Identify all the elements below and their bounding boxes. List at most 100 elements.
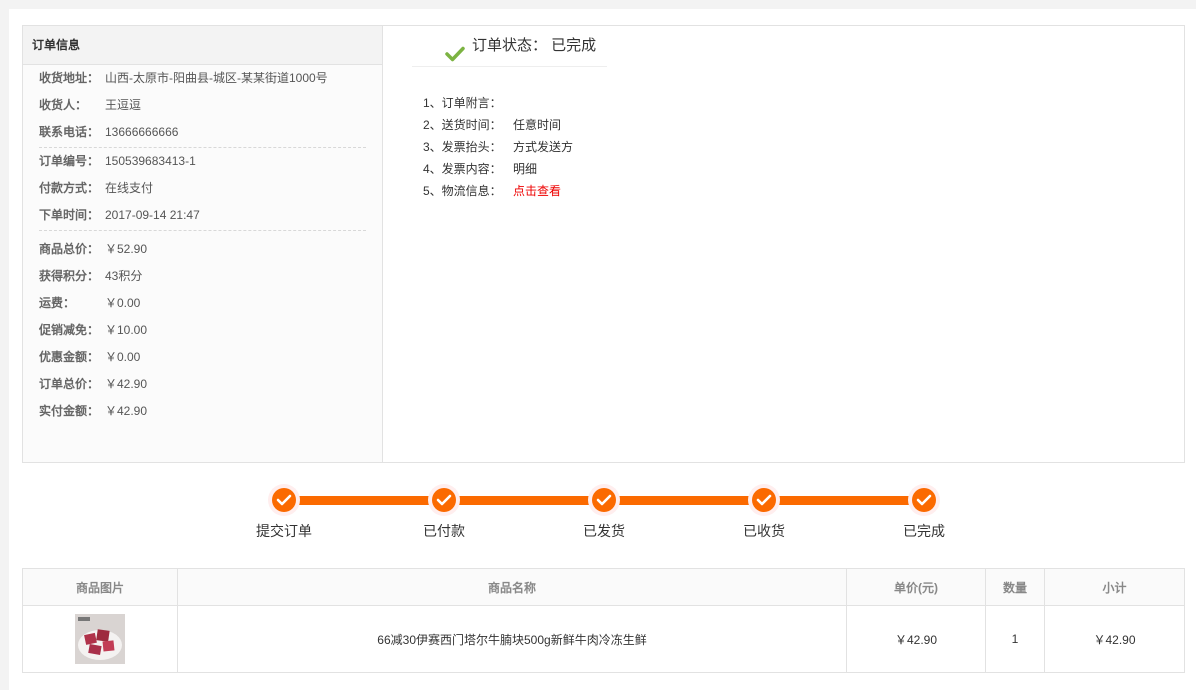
detail-key: 2、送货时间： (423, 118, 502, 132)
info-row: 优惠金额： ￥0.00 (39, 344, 366, 371)
step-label: 提交订单 (256, 523, 312, 539)
info-key: 运费： (39, 296, 76, 310)
info-key: 优惠金额： (39, 350, 100, 364)
product-name-cell: 66减30伊赛西门塔尔牛腩块500g新鲜牛肉冷冻生鲜 (177, 605, 847, 673)
info-row: 订单总价： ￥42.90 (39, 371, 366, 398)
order-detail-list: 1、订单附言： 2、送货时间： 任意时间 3、发票抬头： 方式发送方 4、发票内容：… (423, 92, 573, 202)
col-header-qty: 数量 (985, 568, 1045, 606)
progress-bar-segment (285, 496, 445, 505)
info-key: 实付金额： (39, 404, 100, 418)
product-thumbnail[interactable] (75, 614, 125, 664)
info-key: 收货地址： (39, 71, 100, 85)
info-value: 43积分 (105, 269, 143, 283)
progress-step-4 (748, 484, 780, 516)
info-key: 联系电话： (39, 125, 100, 139)
info-value: ￥52.90 (105, 242, 148, 256)
progress-step-3 (588, 484, 620, 516)
info-value: ￥42.90 (105, 377, 148, 391)
step-label: 已收货 (743, 523, 785, 539)
info-row: 商品总价： ￥52.90 (39, 236, 366, 263)
info-row: 付款方式： 在线支付 (39, 175, 366, 202)
address-group: 收货地址： 山西-太原市-阳曲县-城区-某某街道1000号 收货人： 王逗逗 联系电… (39, 65, 366, 148)
info-value: 150539683413-1 (105, 154, 196, 168)
order-info-title: 订单信息 (23, 26, 382, 65)
info-value: 王逗逗 (105, 98, 142, 112)
info-key: 促销减免： (39, 323, 100, 337)
info-row: 收货地址： 山西-太原市-阳曲县-城区-某某街道1000号 (39, 65, 366, 92)
order-progress: 提交订单 已付款 已发货 已收货 已完成 (9, 479, 1196, 549)
order-status-label: 订单状态： 已完成 (472, 37, 597, 54)
order-note-row: 1、订单附言： (423, 92, 573, 114)
col-header-price: 单价(元) (846, 568, 986, 606)
detail-key: 3、发票抬头： (423, 140, 502, 154)
check-icon (596, 494, 612, 506)
detail-key: 4、发票内容： (423, 162, 502, 176)
table-row: 66减30伊赛西门塔尔牛腩块500g新鲜牛肉冷冻生鲜 ￥42.90 1 ￥42.… (22, 605, 1185, 673)
check-icon (756, 494, 772, 506)
info-row: 联系电话： 13666666666 (39, 119, 366, 146)
logistics-row: 5、物流信息： 点击查看 (423, 180, 573, 202)
progress-step-1 (268, 484, 300, 516)
progress-bar-segment (765, 496, 925, 505)
order-box: 订单信息 收货地址： 山西-太原市-阳曲县-城区-某某街道1000号 收货人： 王逗… (22, 25, 1185, 463)
info-key: 订单总价： (39, 377, 100, 391)
invoice-title-row: 3、发票抬头： 方式发送方 (423, 136, 573, 158)
info-value: ￥0.00 (105, 350, 141, 364)
detail-value: 方式发送方 (513, 140, 574, 154)
product-price: ￥42.90 (846, 605, 986, 673)
info-key: 付款方式： (39, 181, 100, 195)
order-info-panel: 订单信息 收货地址： 山西-太原市-阳曲县-城区-某某街道1000号 收货人： 王逗… (23, 26, 383, 462)
step-label: 已发货 (583, 523, 625, 539)
info-key: 订单编号： (39, 154, 100, 168)
detail-key: 5、物流信息： (423, 184, 502, 198)
progress-bar-segment (605, 496, 765, 505)
info-row: 实付金额： ￥42.90 (39, 398, 366, 425)
check-icon (916, 494, 932, 506)
info-value: 山西-太原市-阳曲县-城区-某某街道1000号 (105, 71, 328, 85)
check-icon (445, 38, 465, 78)
info-row: 收货人： 王逗逗 (39, 92, 366, 119)
step-label: 已完成 (903, 523, 945, 539)
progress-bar-segment (445, 496, 605, 505)
logistics-link[interactable]: 点击查看 (513, 184, 561, 198)
info-row: 促销减免： ￥10.00 (39, 317, 366, 344)
price-group: 商品总价： ￥52.90 获得积分： 43积分 运费： ￥0.00 促销减免： ￥10.… (23, 231, 382, 425)
table-header-row: 商品图片 商品名称 单价(元) 数量 小计 (22, 568, 1185, 606)
order-status-panel: 订单状态： 已完成 1、订单附言： 2、送货时间： 任意时间 3、发票抬头： 方式发… (383, 26, 1184, 462)
info-row: 运费： ￥0.00 (39, 290, 366, 317)
info-key: 获得积分： (39, 269, 100, 283)
product-image-cell (22, 605, 178, 673)
info-value: ￥10.00 (105, 323, 148, 337)
invoice-content-row: 4、发票内容： 明细 (423, 158, 573, 180)
check-icon (436, 494, 452, 506)
info-value: 在线支付 (105, 181, 154, 195)
col-header-image: 商品图片 (22, 568, 178, 606)
check-icon (276, 494, 292, 506)
order-meta-group: 订单编号： 150539683413-1 付款方式： 在线支付 下单时间： 2017-… (39, 148, 366, 231)
info-value: 13666666666 (105, 125, 179, 139)
info-key: 收货人： (39, 98, 88, 112)
col-header-subtotal: 小计 (1044, 568, 1185, 606)
detail-value: 任意时间 (513, 118, 562, 132)
detail-value: 明细 (513, 162, 538, 176)
info-value: ￥0.00 (105, 296, 141, 310)
product-subtotal: ￥42.90 (1044, 605, 1185, 673)
info-value: 2017-09-14 21:47 (105, 208, 200, 222)
info-value: ￥42.90 (105, 404, 148, 418)
step-label: 已付款 (423, 523, 465, 539)
info-key: 下单时间： (39, 208, 100, 222)
progress-step-5 (908, 484, 940, 516)
progress-step-2 (428, 484, 460, 516)
info-row: 获得积分： 43积分 (39, 263, 366, 290)
product-quantity: 1 (985, 605, 1045, 673)
col-header-name: 商品名称 (177, 568, 847, 606)
info-row: 订单编号： 150539683413-1 (39, 148, 366, 175)
product-name-link[interactable]: 66减30伊赛西门塔尔牛腩块500g新鲜牛肉冷冻生鲜 (377, 633, 646, 647)
delivery-time-row: 2、送货时间： 任意时间 (423, 114, 573, 136)
info-row: 下单时间： 2017-09-14 21:47 (39, 202, 366, 229)
product-table: 商品图片 商品名称 单价(元) 数量 小计 66减30伊赛西门塔尔牛腩块500g… (22, 568, 1185, 673)
detail-key: 1、订单附言： (423, 96, 502, 110)
order-status-header: 订单状态： 已完成 (412, 26, 607, 67)
info-key: 商品总价： (39, 242, 100, 256)
page: 订单信息 收货地址： 山西-太原市-阳曲县-城区-某某街道1000号 收货人： 王逗… (9, 9, 1196, 690)
